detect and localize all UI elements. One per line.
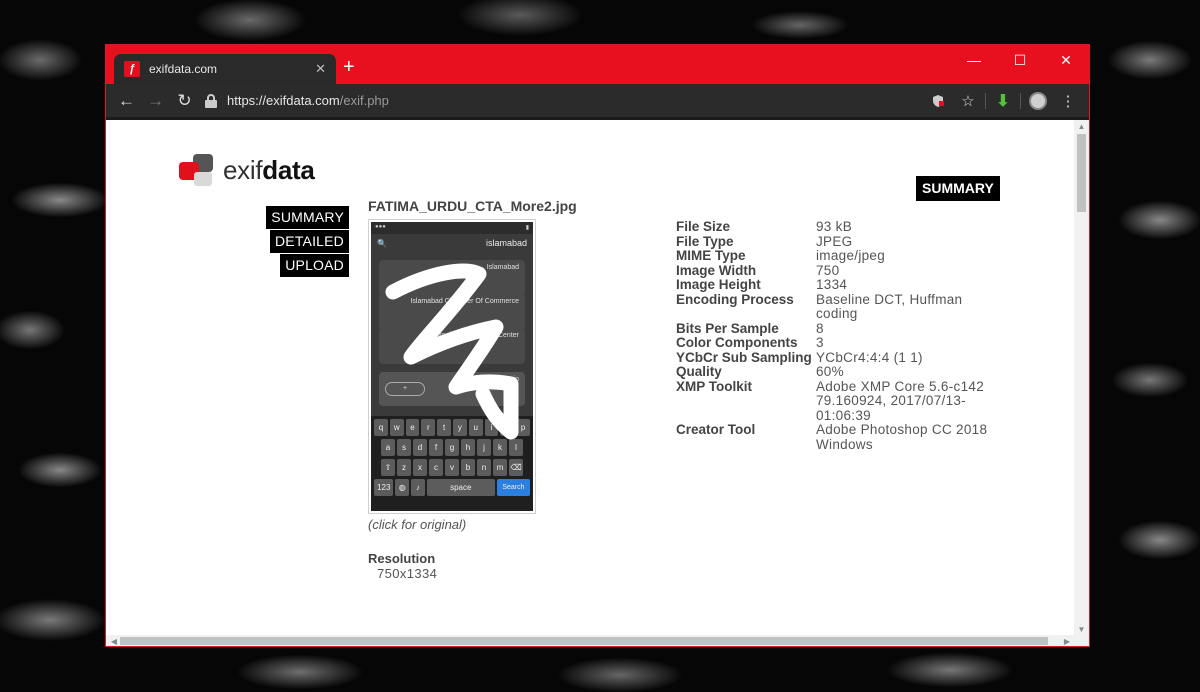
metadata-value: JPEG bbox=[816, 233, 853, 249]
browser-window: ƒ exifdata.com ✕ + — ☐ ✕ ← → ↻ https://e… bbox=[105, 44, 1090, 647]
resolution-value: 750x1334 bbox=[377, 566, 438, 581]
horizontal-scrollbar[interactable]: ◀ ▶ bbox=[106, 635, 1089, 646]
metadata-key: Image Height bbox=[676, 277, 761, 292]
side-menu: SUMMARY DETAILED UPLOAD bbox=[266, 206, 349, 278]
metadata-key: XMP Toolkit bbox=[676, 378, 753, 394]
back-button[interactable]: ← bbox=[112, 87, 141, 115]
tab-title: exifdata.com bbox=[149, 62, 218, 76]
page-viewport: exifdata SUMMARY DETAILED UPLOAD SUMMARY… bbox=[106, 120, 1089, 646]
profile-avatar[interactable] bbox=[1023, 87, 1053, 115]
window-controls: — ☐ ✕ bbox=[951, 45, 1089, 75]
metadata-value: YCbCr4:4:4 (1 1) bbox=[816, 349, 923, 365]
lock-icon[interactable] bbox=[205, 93, 217, 108]
metadata-row: File Type JPEG bbox=[676, 233, 1016, 250]
toolbar-icons: ☆ ⬇ ⋮ bbox=[923, 87, 1083, 115]
hscroll-thumb[interactable] bbox=[120, 637, 1048, 645]
metadata-value: 8 bbox=[816, 320, 824, 336]
metadata-value: 93 kB bbox=[816, 219, 853, 234]
reload-button[interactable]: ↻ bbox=[170, 87, 199, 115]
summary-heading-button[interactable]: SUMMARY bbox=[916, 176, 1000, 201]
metadata-value: 750 bbox=[816, 262, 840, 278]
logo-mark-icon bbox=[179, 152, 217, 188]
exifdata-favicon-icon: ƒ bbox=[124, 61, 140, 77]
metadata-key: Bits Per Sample bbox=[676, 320, 779, 336]
bookmark-star-icon[interactable]: ☆ bbox=[953, 87, 983, 115]
browser-toolbar: ← → ↻ https://exifdata.com/exif.php ☆ ⬇ … bbox=[106, 84, 1089, 117]
metadata-key: Color Components bbox=[676, 335, 798, 350]
metadata-row: Image Height 1334 bbox=[676, 277, 1016, 293]
metadata-table: File Size 93 kB File Type JPEG MIME Type imag… bbox=[676, 219, 1016, 452]
metadata-row: Bits Per Sample 8 bbox=[676, 320, 1016, 337]
metadata-row: Quality 60% bbox=[676, 364, 1016, 380]
menu-upload-button[interactable]: UPLOAD bbox=[280, 254, 349, 277]
extension-blocker-icon[interactable] bbox=[923, 87, 953, 115]
metadata-value: 1334 bbox=[816, 277, 848, 292]
scroll-left-icon[interactable]: ◀ bbox=[108, 635, 120, 646]
download-icon[interactable]: ⬇ bbox=[988, 87, 1018, 115]
exifdata-logo[interactable]: exifdata bbox=[179, 152, 315, 188]
minimize-button[interactable]: — bbox=[951, 45, 997, 75]
menu-detailed-button[interactable]: DETAILED bbox=[269, 230, 349, 253]
metadata-row: MIME Type image/jpeg bbox=[676, 248, 1016, 264]
metadata-row: Color Components 3 bbox=[676, 335, 1016, 351]
metadata-row: Encoding Process Baseline DCT, Huffman co… bbox=[676, 291, 1016, 322]
toolbar-separator bbox=[985, 92, 986, 109]
metadata-row: File Size 93 kB bbox=[676, 219, 1016, 235]
metadata-key: YCbCr Sub Sampling bbox=[676, 349, 812, 365]
scroll-up-icon[interactable]: ▲ bbox=[1074, 120, 1089, 132]
metadata-row: Creator Tool Adobe Photoshop CC 2018 Wind… bbox=[676, 422, 1016, 452]
vertical-scrollbar[interactable]: ▲ ▼ bbox=[1074, 120, 1089, 635]
new-tab-button[interactable]: + bbox=[343, 56, 355, 78]
scroll-right-icon[interactable]: ▶ bbox=[1061, 635, 1073, 646]
tab-close-icon[interactable]: ✕ bbox=[315, 61, 326, 77]
metadata-value: image/jpeg bbox=[816, 248, 886, 263]
url-path: /exif.php bbox=[339, 93, 389, 108]
menu-kebab-icon[interactable]: ⋮ bbox=[1053, 87, 1083, 115]
click-for-original-link[interactable]: (click for original) bbox=[368, 517, 466, 532]
close-window-button[interactable]: ✕ bbox=[1043, 45, 1089, 75]
metadata-row: Image Width 750 bbox=[676, 262, 1016, 279]
scribble-overlay bbox=[385, 263, 519, 440]
toolbar-separator bbox=[1020, 92, 1021, 109]
metadata-key: Quality bbox=[676, 364, 722, 379]
metadata-key: Encoding Process bbox=[676, 291, 794, 307]
maximize-button[interactable]: ☐ bbox=[997, 45, 1043, 75]
resolution-label: Resolution bbox=[368, 551, 436, 566]
metadata-key: Image Width bbox=[676, 262, 757, 278]
address-bar[interactable]: https://exifdata.com/exif.php bbox=[205, 87, 895, 115]
scroll-thumb[interactable] bbox=[1077, 134, 1086, 212]
scroll-down-icon[interactable]: ▼ bbox=[1074, 623, 1089, 635]
metadata-row: YCbCr Sub Sampling YCbCr4:4:4 (1 1) bbox=[676, 349, 1016, 366]
metadata-row: XMP Toolkit Adobe XMP Core 5.6-c142 79.16… bbox=[676, 378, 1016, 424]
url-host: https://exifdata.com bbox=[227, 93, 340, 108]
metadata-key: File Type bbox=[676, 233, 734, 249]
menu-summary-button[interactable]: SUMMARY bbox=[266, 206, 349, 229]
file-name: FATIMA_URDU_CTA_More2.jpg bbox=[368, 198, 577, 214]
metadata-key: Creator Tool bbox=[676, 422, 756, 437]
forward-button[interactable]: → bbox=[141, 87, 170, 115]
tab-exifdata[interactable]: ƒ exifdata.com ✕ bbox=[114, 54, 336, 84]
metadata-key: MIME Type bbox=[676, 248, 746, 263]
metadata-key: File Size bbox=[676, 219, 731, 234]
metadata-value: 3 bbox=[816, 335, 824, 350]
title-bar: ƒ exifdata.com ✕ + — ☐ ✕ bbox=[106, 45, 1089, 84]
image-thumbnail[interactable]: ●●● ▮ 🔍 islamabad Islamabad Islamabad Cha… bbox=[368, 219, 536, 514]
metadata-value: Baseline DCT, Huffman coding bbox=[816, 291, 963, 321]
avatar bbox=[1029, 91, 1047, 110]
metadata-value: Adobe Photoshop CC 2018 Windows bbox=[816, 422, 988, 452]
logo-text: exifdata bbox=[223, 154, 315, 185]
phone-screenshot-preview: ●●● ▮ 🔍 islamabad Islamabad Islamabad Cha… bbox=[371, 222, 533, 511]
metadata-value: Adobe XMP Core 5.6-c142 79.160924, 2017/… bbox=[816, 378, 984, 423]
metadata-value: 60% bbox=[816, 364, 844, 379]
